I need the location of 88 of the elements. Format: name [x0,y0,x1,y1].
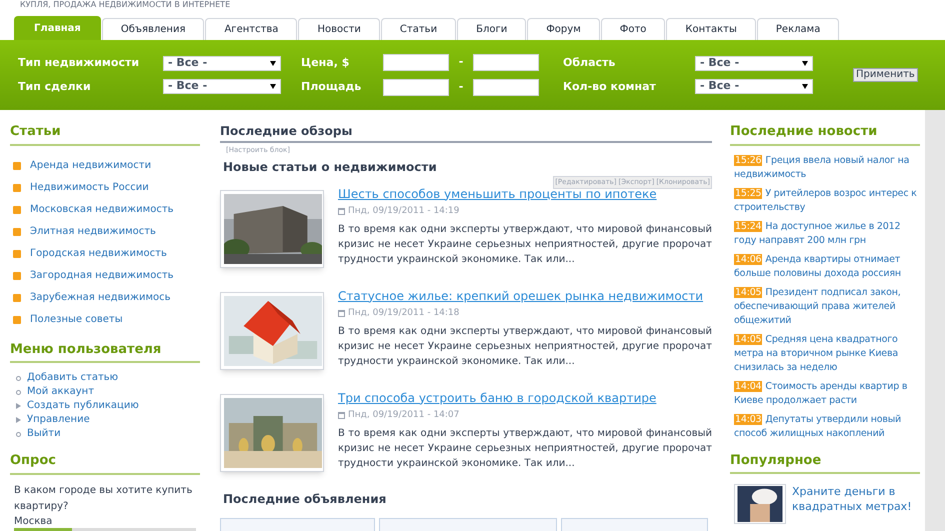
news-item[interactable]: 15:26 Греция ввела новый налог на недвижимость [734,154,920,182]
calendar-icon [338,310,345,317]
nav-tab[interactable]: Новости [298,18,380,40]
nav-tab[interactable]: Статьи [380,18,456,40]
range-to-field[interactable] [473,79,539,96]
category-link[interactable]: Загородная недвижимость [30,268,174,284]
nav-tab[interactable]: Фото [600,18,666,40]
circle-bullet-icon [16,432,21,436]
time-badge: 14:05 [734,286,762,298]
range-from-field[interactable] [383,54,449,71]
article-date: Пнд, 09/19/2011 - 14:07 [348,408,460,422]
rooms-select[interactable]: - Все - [695,79,813,94]
time-badge: 15:25 [734,188,762,198]
circle-bullet-icon [16,376,21,380]
news-item[interactable]: 14:06 Аренда квартиры отнимает больше половины дохода россиян [734,252,920,280]
time-badge: 15:24 [734,220,762,232]
property-type-select[interactable]: - Все - [163,56,281,71]
expand-triangle-icon [16,403,21,409]
user-menu-link[interactable]: Управление [27,413,90,427]
filter-label: Площадь [301,79,362,95]
news-item[interactable]: 15:25 У ритейлеров возрос интерес к строительству [734,186,920,214]
filter-label: Тип недвижимости [18,54,140,70]
article-title-link[interactable]: Статусное жилье: крепкий орешек рынка недвижимости [338,288,712,304]
subsection-heading: Последние объявления [223,490,388,508]
article-title-link[interactable]: Шесть способов уменьшить проценты по ипотеке [338,186,712,202]
news-item[interactable]: 14:03 Депутаты утвердили новый способ жилищных накоплений [734,412,920,440]
user-menu-link[interactable]: Создать публикацию [27,399,139,413]
time-badge: 14:04 [734,380,762,392]
range-separator: - [458,54,464,70]
calendar-icon [338,208,345,215]
range-separator: - [458,79,464,96]
filter-label: Кол-во комнат [563,79,657,95]
nav-tab[interactable]: Агентства [205,18,298,40]
dropdown-arrow-icon [802,84,808,89]
article-excerpt: В то время как одни эксперты утверждают, что мировой финансовый кризис не несет Украине серьезных неприятностей, другие пророчат трудности украинской экономике. Так или... [338,325,712,369]
filter-label: Цена, $ [301,54,350,70]
expand-triangle-icon [16,417,21,423]
dropdown-arrow-icon [270,61,276,66]
user-menu-link[interactable]: Мой аккаунт [27,385,94,399]
article-date: Пнд, 09/19/2011 - 14:18 [348,306,460,320]
circle-bullet-icon [16,390,21,394]
article-title-link[interactable]: Три способа устроить баню в городской квартире [338,390,712,406]
news-item[interactable]: 14:04 Стоимость аренды квартир в Киеве продолжает расти [734,380,920,408]
nav-tab[interactable]: Реклама [756,18,840,40]
filter-label: Тип сделки [18,79,92,95]
nav-tab[interactable]: Контакты [666,18,756,40]
nav-tab[interactable]: Объявления [102,18,204,40]
time-badge: 14:05 [734,334,762,344]
section-heading: Популярное [730,450,920,474]
article-excerpt: В то время как одни эксперты утверждают, что мировой финансовый кризис не несет Украине серьезных неприятностей, другие пророчат трудности украинской экономике. Так или... [338,427,712,471]
category-link[interactable]: Зарубежная недвижимось [30,290,171,306]
user-menu-link[interactable]: Добавить статью [27,371,118,385]
deal-type-select[interactable]: - Все - [163,79,281,94]
poll-option-label: Москва [14,514,54,528]
user-menu-link[interactable]: Выйти [27,427,61,441]
range-to-field[interactable] [473,54,539,71]
nav-tab[interactable]: Форум [527,18,600,40]
poll-question: В каком городе вы хотите купить квартиру? [13,484,194,514]
section-heading: Статьи [10,122,200,146]
news-item[interactable]: 15:24 На доступное жилье в 2012 году направят 200 млн грн [734,220,920,248]
section-heading: Меню пользователя [10,340,200,363]
apply-button[interactable]: Применить [853,68,918,82]
category-link[interactable]: Московская недвижимость [30,202,174,218]
region-select[interactable]: - Все - [695,56,813,71]
dropdown-arrow-icon [270,84,276,89]
dropdown-arrow-icon [802,61,808,66]
news-item[interactable]: 14:05 Средняя цена квадратного метра на вторичном рынке Киева снизилась за неделю [734,332,920,374]
calendar-icon [338,412,345,419]
time-badge: 14:06 [734,254,762,264]
site-tagline: КУПЛЯ, ПРОДАЖА НЕДВИЖИМОСТИ В ИНТЕРНЕТЕ [20,0,230,9]
time-badge: 14:03 [734,414,762,424]
time-badge: 15:26 [734,154,762,166]
article-excerpt: В то время как одни эксперты утверждают, что мировой финансовый кризис не несет Украине серьезных неприятностей, другие пророчат трудности украинской экономике. Так или... [338,223,712,267]
nav-tab[interactable]: Блоги [457,18,526,40]
popular-link[interactable]: Храните деньги в квадратных метрах! [792,484,920,524]
category-link[interactable]: Городская недвижимость [30,246,167,262]
filter-label: Область [563,54,616,70]
news-item[interactable]: 14:05 Президент подписал закон, обеспечивающий права жителей общежитий [734,286,920,328]
subsection-heading: Новые статьи о недвижимости [223,158,438,176]
article-date: Пнд, 09/19/2011 - 14:19 [348,204,460,218]
section-heading: Последние новости [730,122,920,146]
category-link[interactable]: Полезные советы [30,312,123,328]
section-heading: Последние обзоры [220,122,712,143]
category-link[interactable]: Аренда недвижимости [30,158,152,174]
section-heading: Опрос [10,451,200,474]
category-link[interactable]: Недвижимость России [30,180,149,196]
category-link[interactable]: Элитная недвижимость [30,224,156,240]
range-from-field[interactable] [383,79,449,96]
